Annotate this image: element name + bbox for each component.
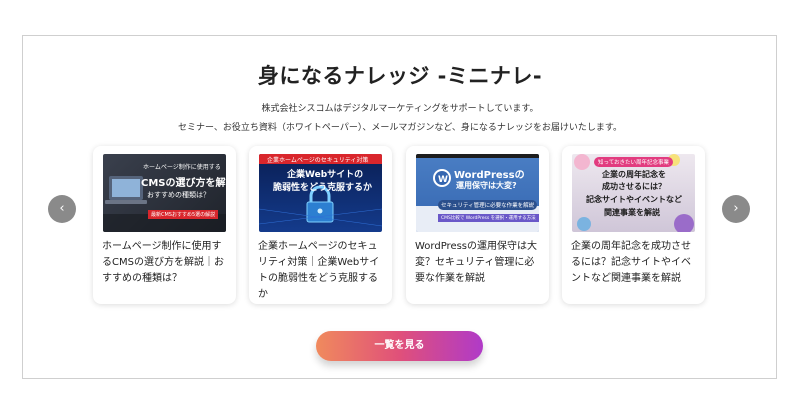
card-title[interactable]: WordPressの運用保守は大変？セキュリティ管理に必要な作業を解説 xyxy=(415,239,543,287)
section-title: 身になるナレッジ -ミニナレ- xyxy=(257,64,543,88)
knowledge-card[interactable]: ホームページ制作に使用する CMSの選び方を解説 おすすめの種類は？ 最新CMS… xyxy=(93,146,236,304)
carousel-next-button[interactable]: › xyxy=(722,195,750,223)
card-thumbnail: 企業ホームページのセキュリティ対策 企業Webサイトの 脆弱性をどう克服するか xyxy=(259,154,382,232)
svg-text:W: W xyxy=(438,175,448,185)
section-description-line1: 株式会社シスコムはデジタルマーケティングをサポートしています。 xyxy=(261,104,539,114)
card-title[interactable]: 企業ホームページのセキュリティ対策｜企業Webサイトの脆弱性をどう克服するか xyxy=(258,239,386,303)
knowledge-card[interactable]: 企業ホームページのセキュリティ対策 企業Webサイトの 脆弱性をどう克服するか … xyxy=(249,146,392,304)
knowledge-card[interactable]: W WordPressの 運用保守は大変? セキュリティ管理に必要な作業を解説 … xyxy=(406,146,549,304)
card-thumbnail: ホームページ制作に使用する CMSの選び方を解説 おすすめの種類は？ 最新CMS… xyxy=(103,154,226,232)
card-thumbnail: 知っておきたい周年記念事業 企業の周年記念を 成功させるには？ 記念サイトやイベ… xyxy=(572,154,695,232)
padlock-illustration xyxy=(259,154,382,227)
knowledge-card[interactable]: 知っておきたい周年記念事業 企業の周年記念を 成功させるには？ 記念サイトやイベ… xyxy=(562,146,705,304)
view-all-button[interactable]: 一覧を見る xyxy=(316,331,483,361)
carousel-prev-button[interactable]: ‹ xyxy=(48,195,76,223)
card-title[interactable]: ホームページ制作に使用するCMSの選び方を解説｜おすすめの種類は？ xyxy=(102,239,230,287)
chevron-right-icon: › xyxy=(733,201,739,216)
chevron-left-icon: ‹ xyxy=(59,201,65,216)
card-thumbnail: W WordPressの 運用保守は大変? セキュリティ管理に必要な作業を解説 … xyxy=(416,154,539,232)
card-title[interactable]: 企業の周年記念を成功させるには？記念サイトやイベントなど関連事業を解説 xyxy=(571,239,699,287)
section-description-line2: セミナー、お役立ち資料（ホワイトペーパー）、メールマガジンなど、身になるナレッジ… xyxy=(178,123,622,133)
